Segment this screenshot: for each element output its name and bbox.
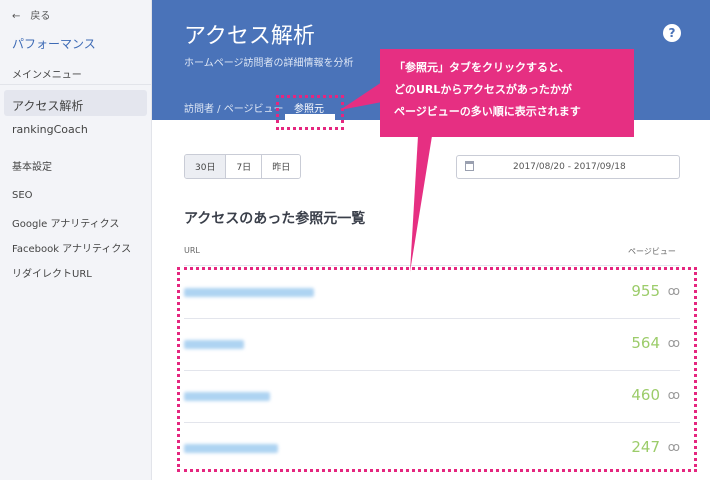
callout-line: 「参照元」タブをクリックすると、 [394, 61, 570, 74]
callout-tail-down [410, 136, 432, 272]
annotation-callout: 「参照元」タブをクリックすると、 どのURLからアクセスがあったかが ページビュ… [380, 49, 634, 137]
callout-line: ページビューの多い順に表示されます [394, 105, 581, 118]
callout-tail-left [340, 82, 382, 110]
callout-line: どのURLからアクセスがあったかが [394, 83, 572, 96]
